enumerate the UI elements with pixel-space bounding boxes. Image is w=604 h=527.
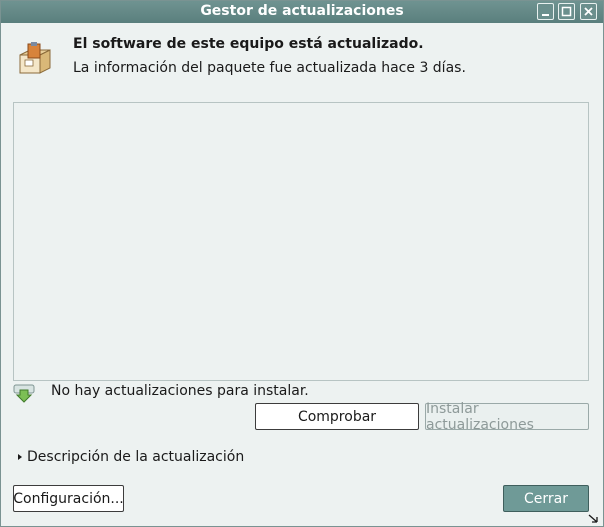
close-window-button[interactable]	[580, 3, 597, 20]
update-description-expander[interactable]: Descripción de la actualización	[15, 449, 244, 465]
title-bar[interactable]: Gestor de actualizaciones	[1, 1, 603, 23]
status-message: No hay actualizaciones para instalar.	[51, 383, 309, 399]
install-updates-button[interactable]: Instalar actualizaciones	[425, 401, 589, 433]
check-updates-button[interactable]: Comprobar	[255, 403, 419, 430]
close-button[interactable]: Cerrar	[503, 485, 589, 512]
window-title: Gestor de actualizaciones	[200, 3, 404, 19]
update-manager-window: Gestor de actualizaciones El software de…	[0, 0, 604, 527]
expander-arrow-icon	[18, 454, 22, 460]
minimize-icon	[542, 14, 549, 16]
minimize-button[interactable]	[537, 3, 554, 20]
software-package-icon	[19, 42, 51, 74]
resize-grip-icon[interactable]	[587, 510, 601, 524]
status-headline: El software de este equipo está actualiz…	[73, 36, 424, 52]
last-update-info: La información del paquete fue actualiza…	[73, 60, 466, 76]
maximize-button[interactable]	[558, 3, 575, 20]
settings-button[interactable]: Configuración...	[13, 485, 124, 512]
maximize-icon	[561, 6, 572, 17]
close-icon	[584, 7, 593, 16]
download-arrow-icon	[13, 384, 35, 403]
expander-label: Descripción de la actualización	[27, 449, 245, 465]
updates-list[interactable]	[13, 102, 589, 381]
